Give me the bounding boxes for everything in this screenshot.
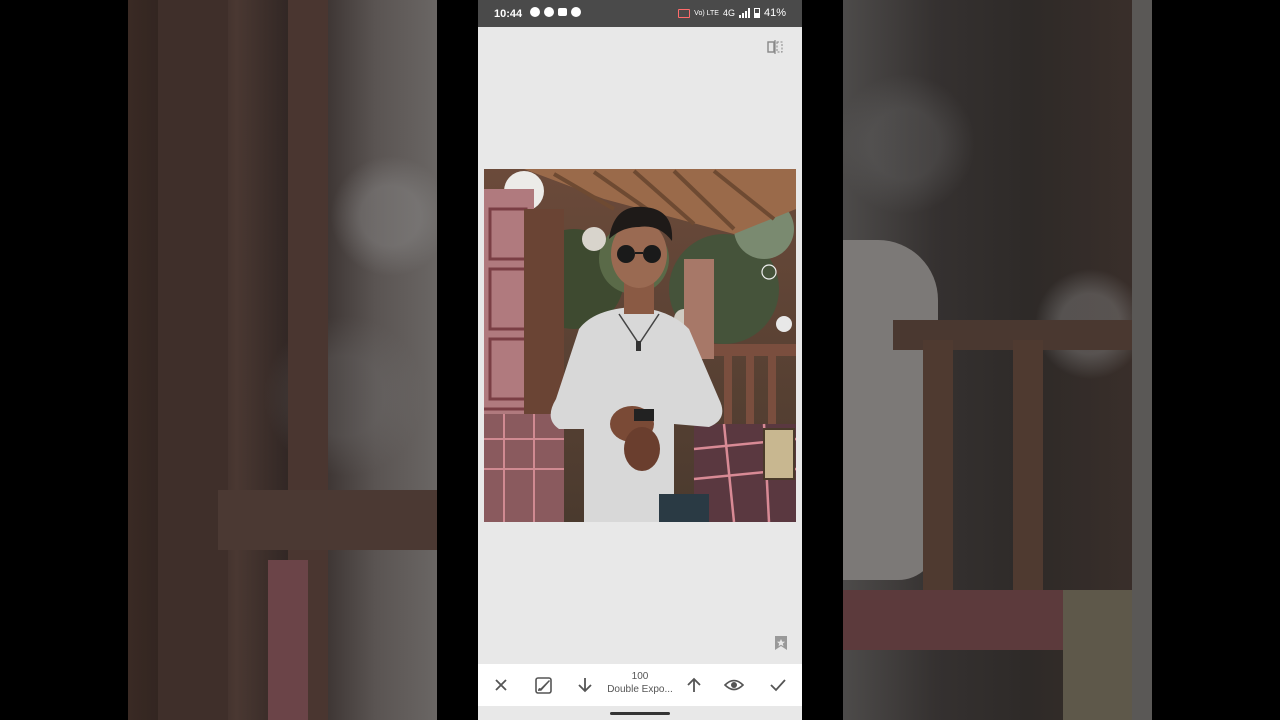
blurred-background-right [843, 0, 1152, 720]
arrow-down-icon [578, 678, 592, 693]
eye-icon [724, 679, 744, 691]
decrease-button[interactable] [573, 673, 597, 697]
cast-icon [678, 8, 691, 18]
phone-screen: 10:44 Vo) LTE 4G 41% 100 Double Expo... [478, 0, 802, 720]
notification-icons [530, 7, 581, 17]
game-icon [571, 7, 581, 17]
instagram-icon [544, 7, 554, 17]
volte-label: Vo) LTE [694, 9, 719, 17]
status-time: 10:44 [494, 8, 523, 20]
tool-value: 100 [631, 671, 649, 682]
close-button[interactable] [489, 673, 513, 697]
status-bar: 10:44 Vo) LTE 4G 41% [478, 0, 802, 27]
video-icon [558, 8, 567, 16]
check-icon [770, 679, 786, 692]
tool-name: Double Expo... [607, 684, 673, 695]
arrow-up-icon [687, 677, 701, 692]
editor-canvas [478, 27, 802, 664]
battery-level: 41% [763, 7, 786, 19]
preview-button[interactable] [722, 673, 746, 697]
close-icon [495, 679, 507, 691]
compare-icon[interactable] [767, 40, 783, 54]
apply-button[interactable] [766, 673, 790, 697]
edited-photo[interactable] [484, 169, 796, 522]
style-star-icon[interactable] [774, 635, 788, 651]
tool-parameter[interactable]: 100 Double Expo... [602, 671, 678, 697]
increase-button[interactable] [682, 673, 706, 697]
brush-icon [535, 677, 552, 694]
network-type: 4G [722, 8, 735, 18]
brush-button[interactable] [532, 673, 556, 697]
messenger-icon [530, 7, 540, 17]
home-gesture-bar[interactable] [610, 712, 670, 715]
navigation-bar [478, 706, 802, 720]
status-right-icons: Vo) LTE 4G 41% [678, 7, 786, 19]
signal-icon [738, 8, 750, 18]
bottom-toolbar: 100 Double Expo... [478, 664, 802, 706]
blurred-background-left [128, 0, 437, 720]
battery-icon [753, 8, 760, 18]
